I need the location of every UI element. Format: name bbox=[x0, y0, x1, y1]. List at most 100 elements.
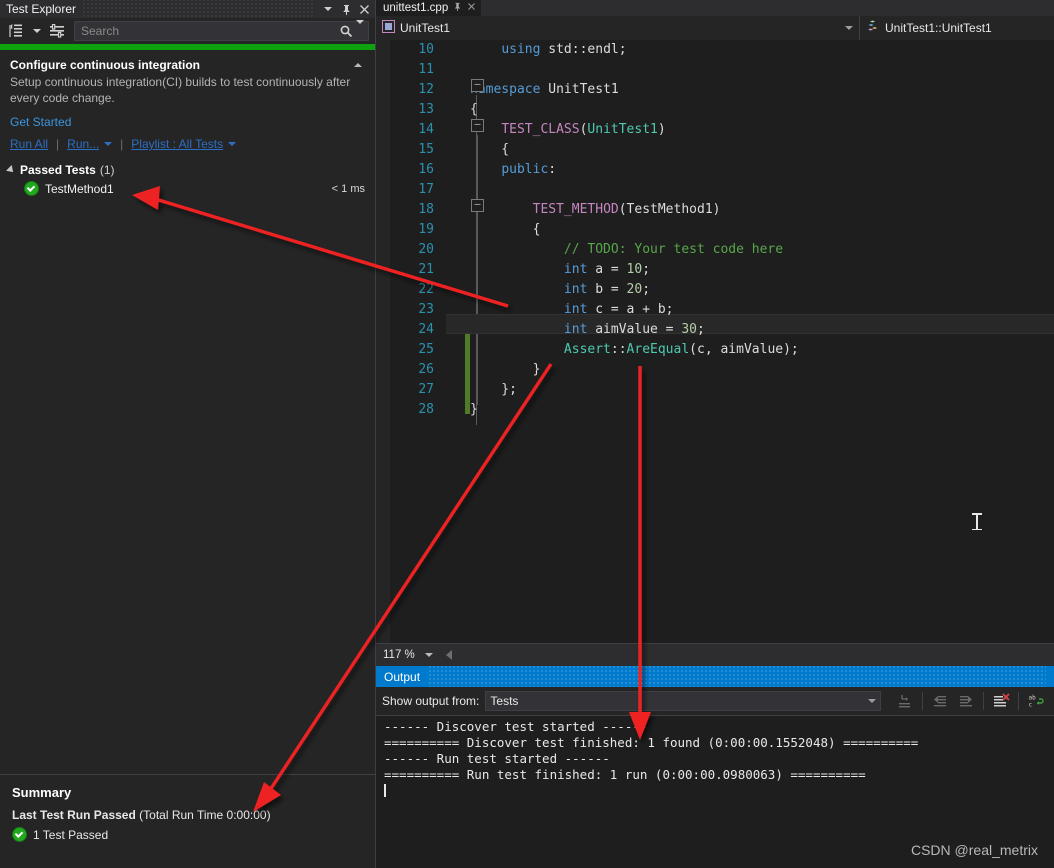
code-line[interactable]: 25 Assert::AreEqual(c, aimValue); bbox=[376, 340, 1054, 360]
line-number: 17 bbox=[418, 182, 434, 197]
toolbar-divider bbox=[922, 692, 923, 710]
test-row[interactable]: TestMethod1 < 1 ms bbox=[0, 179, 375, 198]
line-number: 24 bbox=[418, 322, 434, 337]
code-line[interactable]: 24 int aimValue = 30; bbox=[376, 320, 1054, 340]
code-line[interactable]: 20 // TODO: Your test code here bbox=[376, 240, 1054, 260]
run-link[interactable]: Run... bbox=[67, 137, 99, 151]
run-all-link[interactable]: Run All bbox=[10, 137, 48, 151]
tree-group-passed-tests[interactable]: Passed Tests (1) bbox=[0, 161, 375, 179]
code-line[interactable]: 26 } bbox=[376, 360, 1054, 380]
pin-icon[interactable] bbox=[453, 2, 462, 14]
tab-filename: unittest1.cpp bbox=[383, 2, 449, 14]
summary-passed-label: 1 Test Passed bbox=[33, 827, 109, 842]
outline-collapse-method-icon[interactable]: – bbox=[471, 199, 484, 212]
output-line: ------ Discover test started ------ bbox=[384, 719, 648, 734]
code-text: }; bbox=[470, 382, 517, 397]
show-output-from-label: Show output from: bbox=[382, 694, 480, 708]
code-line[interactable]: 15 { bbox=[376, 140, 1054, 160]
search-icon[interactable] bbox=[339, 24, 353, 38]
navbar-project-combo[interactable]: UnitTest1 bbox=[376, 16, 860, 40]
line-number: 13 bbox=[418, 102, 434, 117]
search-input[interactable] bbox=[79, 23, 339, 39]
test-explorer-titlebar: Test Explorer bbox=[0, 0, 375, 18]
test-run-command-bar: Run All | Run... | Playlist : All Tests bbox=[0, 131, 375, 155]
passed-check-icon bbox=[24, 181, 39, 196]
find-message-icon[interactable] bbox=[893, 690, 917, 712]
configure-ci-title: Configure continuous integration bbox=[10, 58, 200, 72]
line-number: 25 bbox=[418, 342, 434, 357]
code-line[interactable]: 22 int b = 20; bbox=[376, 280, 1054, 300]
editor-tab-strip: unittest1.cpp bbox=[376, 0, 1054, 16]
tree-group-count: (1) bbox=[99, 163, 115, 177]
configure-ci-description: Setup continuous integration(CI) builds … bbox=[10, 75, 351, 105]
code-line[interactable]: 19 { bbox=[376, 220, 1054, 240]
test-settings-icon[interactable] bbox=[46, 21, 68, 41]
code-text: // TODO: Your test code here bbox=[563, 242, 784, 257]
code-text: { bbox=[470, 102, 478, 117]
close-icon[interactable] bbox=[467, 2, 476, 14]
class-members-icon bbox=[866, 20, 880, 36]
line-number: 23 bbox=[418, 302, 434, 317]
code-line[interactable]: 11 bbox=[376, 60, 1054, 80]
code-line[interactable]: 17 bbox=[376, 180, 1054, 200]
show-output-from-select[interactable]: Tests bbox=[485, 691, 881, 711]
code-line[interactable]: 13 { bbox=[376, 100, 1054, 120]
output-line: ========== Run test finished: 1 run (0:0… bbox=[384, 767, 866, 782]
horizontal-scroll-left-icon[interactable] bbox=[445, 650, 452, 660]
code-line[interactable]: 28} bbox=[376, 400, 1054, 420]
code-text: using std::endl; bbox=[501, 42, 627, 57]
expand-triangle-icon[interactable] bbox=[6, 165, 16, 175]
output-toolbar: Show output from: Tests ab c bbox=[376, 687, 1054, 716]
go-to-previous-message-icon[interactable] bbox=[928, 690, 952, 712]
watermark: CSDN @real_metrix bbox=[910, 842, 1038, 858]
navbar-member-combo[interactable]: UnitTest1::UnitTest1 bbox=[860, 16, 1054, 40]
configure-ci-panel: Configure continuous integration Setup c… bbox=[0, 50, 375, 131]
output-line: ------ Run test started ------ bbox=[384, 751, 610, 766]
line-number: 20 bbox=[418, 242, 434, 257]
code-editor-surface[interactable]: 10 using std::endl; 11 12 namespace UnitTes… bbox=[376, 40, 1054, 655]
tests-tree: Passed Tests (1) TestMethod1 < 1 ms bbox=[0, 155, 375, 198]
zoom-level-combo[interactable]: 117 % bbox=[376, 646, 438, 664]
code-text: { bbox=[470, 222, 541, 237]
toolbar-divider bbox=[1018, 692, 1019, 710]
group-by-icon[interactable] bbox=[6, 21, 28, 41]
playlist-chevron-down-icon[interactable] bbox=[228, 142, 237, 146]
code-line[interactable]: 21 int a = 10; bbox=[376, 260, 1054, 280]
summary-result-bold: Last Test Run Passed bbox=[12, 808, 136, 822]
chevron-down-icon[interactable] bbox=[845, 26, 853, 30]
outline-collapse-class-icon[interactable]: – bbox=[471, 119, 484, 132]
titlebar-drag-dots bbox=[82, 0, 313, 18]
code-line[interactable]: 27 }; bbox=[376, 380, 1054, 400]
test-summary-panel: Summary Last Test Run Passed (Total Run … bbox=[0, 774, 375, 868]
code-text: TEST_METHOD(TestMethod1) bbox=[532, 202, 721, 217]
search-chevron-down-icon[interactable] bbox=[356, 20, 364, 38]
chevron-up-icon[interactable] bbox=[351, 58, 365, 72]
outline-collapse-namespace-icon[interactable]: – bbox=[471, 79, 484, 92]
output-titlebar: Output bbox=[376, 666, 1054, 687]
output-tool-buttons: ab c bbox=[893, 690, 1048, 712]
code-line[interactable]: 16 public: bbox=[376, 160, 1054, 180]
search-box[interactable] bbox=[74, 20, 369, 41]
code-line[interactable]: 10 using std::endl; bbox=[376, 40, 1054, 60]
chevron-down-icon[interactable] bbox=[868, 699, 876, 703]
visual-studio-window: Test Explorer Search Configure continuou… bbox=[0, 0, 1054, 868]
playlist-link[interactable]: Playlist : All Tests bbox=[131, 137, 223, 151]
line-number: 11 bbox=[418, 62, 434, 77]
run-chevron-down-icon[interactable] bbox=[104, 142, 113, 146]
output-drag-dots bbox=[428, 666, 1046, 687]
test-explorer-title: Test Explorer bbox=[6, 2, 77, 16]
window-menu-chevron-icon[interactable] bbox=[319, 0, 337, 18]
chevron-down-icon[interactable] bbox=[424, 653, 433, 657]
mouse-text-cursor bbox=[972, 513, 982, 530]
toggle-word-wrap-icon[interactable]: ab c bbox=[1024, 690, 1048, 712]
clear-all-icon[interactable] bbox=[989, 690, 1013, 712]
group-by-chevron-down-icon[interactable] bbox=[32, 21, 42, 41]
code-line[interactable]: 23 int c = a + b; bbox=[376, 300, 1054, 320]
output-title: Output bbox=[384, 669, 421, 684]
get-started-link[interactable]: Get Started bbox=[10, 115, 365, 129]
close-icon[interactable] bbox=[355, 0, 373, 18]
editor-tab-unittest1[interactable]: unittest1.cpp bbox=[376, 0, 482, 16]
code-text: } bbox=[470, 402, 478, 417]
pin-icon[interactable] bbox=[337, 0, 355, 18]
go-to-next-message-icon[interactable] bbox=[954, 690, 978, 712]
